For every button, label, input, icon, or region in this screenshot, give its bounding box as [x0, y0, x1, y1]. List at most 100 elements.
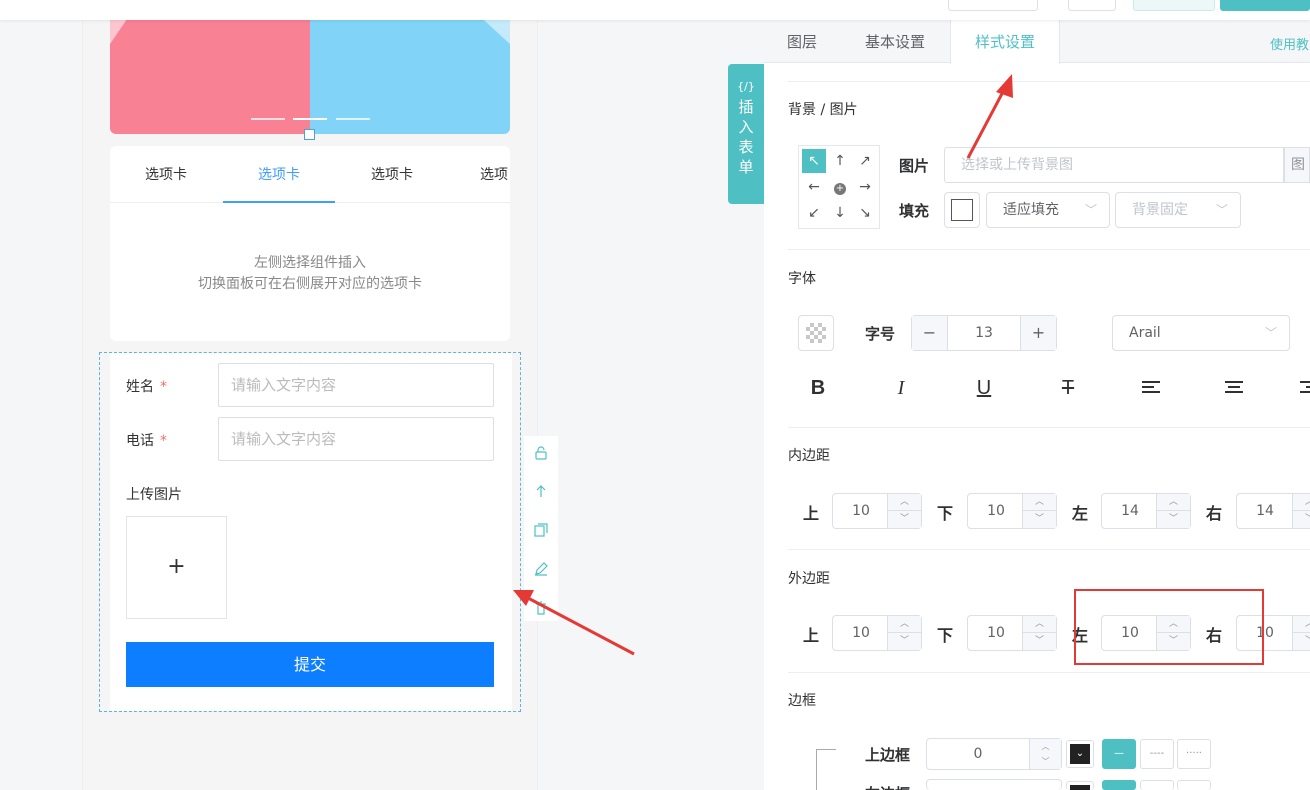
value[interactable]: 10 [833, 616, 889, 650]
decrement-icon[interactable]: ﹀ [1023, 511, 1056, 528]
value[interactable]: 10 [968, 616, 1024, 650]
tab-item[interactable]: 选项 [448, 146, 510, 203]
arrow-down-icon[interactable]: ↓ [828, 201, 852, 225]
transparent-swatch [806, 323, 826, 343]
value[interactable]: 10 [968, 494, 1024, 528]
font-color-picker[interactable] [798, 315, 834, 351]
increment-icon[interactable]: ︿ [888, 494, 921, 511]
tab-basic-settings[interactable]: 基本设置 [840, 20, 950, 63]
image-upload-box[interactable]: + [126, 516, 227, 619]
increment-icon[interactable]: ︿ [1030, 739, 1061, 754]
border-dotted-button[interactable]: ····· [1177, 739, 1211, 769]
carousel-indicator[interactable] [251, 118, 285, 120]
toolbar-select[interactable] [948, 0, 1038, 11]
decrement-icon[interactable]: ﹀ [1157, 511, 1190, 528]
arrow-up-left-icon[interactable]: ↖ [802, 149, 826, 173]
arrow-up-right-icon[interactable]: ↗ [853, 149, 877, 173]
delete-icon[interactable] [533, 601, 549, 617]
font-family-select[interactable]: Arail ﹀ [1112, 315, 1290, 351]
tab-item[interactable]: 选项卡 [336, 146, 448, 203]
phone-input[interactable]: 请输入文字内容 [218, 417, 494, 461]
arrow-down-right-icon[interactable]: ↘ [853, 201, 877, 225]
align-right-icon[interactable] [1300, 374, 1310, 402]
value[interactable]: 14 [1237, 494, 1293, 528]
edit-icon[interactable] [533, 562, 549, 578]
carousel-indicator[interactable] [336, 118, 370, 120]
carousel-indicator-active[interactable] [293, 118, 327, 120]
name-input[interactable]: 请输入文字内容 [218, 363, 494, 407]
increment-icon[interactable]: ︿ [1293, 494, 1310, 511]
image-picker-button[interactable]: 图 [1284, 147, 1310, 183]
divider [788, 672, 1310, 673]
top-border-width-input[interactable]: 0 ︿ ﹀ [926, 738, 1062, 770]
increment-icon[interactable]: ︿ [888, 616, 921, 633]
tabs-component[interactable]: 选项卡 选项卡 选项卡 选项 左侧选择组件插入 切换面板可在右侧展开对应的选项卡 [110, 146, 510, 341]
decrement-icon[interactable]: ﹀ [888, 633, 921, 650]
fill-color-picker[interactable] [944, 192, 980, 228]
decrement-icon[interactable]: ﹀ [1030, 754, 1061, 769]
decrement-icon[interactable]: ﹀ [1293, 511, 1310, 528]
banner-carousel[interactable] [110, 0, 510, 134]
help-link[interactable]: 使用教 [1270, 34, 1309, 53]
copy-icon[interactable] [533, 523, 549, 539]
center-icon[interactable]: + [828, 175, 852, 199]
align-center-icon[interactable] [1220, 374, 1248, 402]
fill-mode-select[interactable]: 适应填充 ﹀ [986, 192, 1110, 228]
decrement-icon[interactable]: ﹀ [1293, 633, 1310, 650]
bold-icon[interactable]: B [804, 374, 832, 402]
increment-icon[interactable]: ︿ [1157, 494, 1190, 511]
decrement-icon[interactable]: ﹀ [1023, 633, 1056, 650]
border-solid-button[interactable]: — [1102, 739, 1136, 769]
value[interactable]: 10 [833, 494, 889, 528]
arrow-up-icon[interactable] [533, 484, 549, 500]
font-size-stepper[interactable]: − 13 + [911, 315, 1057, 351]
margin-bottom-input[interactable]: 10 ︿ ﹀ [967, 615, 1057, 651]
background-position-grid[interactable]: ↖ ↑ ↗ ← + → ↙ ↓ ↘ [798, 145, 880, 229]
value[interactable]: 14 [1102, 494, 1158, 528]
code-icon: {/} [737, 80, 755, 93]
padding-bottom-input[interactable]: 10 ︿ ﹀ [967, 493, 1057, 529]
background-fixed-select[interactable]: 背景固定 ﹀ [1115, 192, 1241, 228]
arrow-right-icon[interactable]: → [853, 175, 877, 199]
border-color-picker[interactable]: ⌄ [1066, 740, 1094, 768]
background-image-input[interactable]: 选择或上传背景图 [944, 147, 1284, 183]
tab-item[interactable]: 选项卡 [110, 146, 222, 203]
tab-item-active[interactable]: 选项卡 [223, 146, 335, 203]
font-size-value[interactable]: 13 [948, 316, 1020, 350]
next-border-solid-button[interactable] [1102, 780, 1136, 790]
padding-right-input[interactable]: 14︿﹀ [1236, 493, 1310, 529]
strikethrough-icon[interactable]: T [1054, 374, 1082, 402]
toolbar-button[interactable] [1068, 0, 1116, 11]
insert-form-tab[interactable]: {/} 插入表单 [728, 64, 764, 204]
increment-icon[interactable]: ︿ [1293, 616, 1310, 633]
value[interactable]: 0 [927, 739, 1029, 769]
margin-top-input[interactable]: 10 ︿ ﹀ [832, 615, 922, 651]
tab-style-settings[interactable]: 样式设置 [950, 20, 1060, 64]
next-border-dotted-button[interactable] [1177, 780, 1211, 790]
align-left-icon[interactable] [1137, 374, 1165, 402]
increment-icon[interactable]: ︿ [1023, 616, 1056, 633]
increment-icon[interactable]: ︿ [1023, 494, 1056, 511]
next-border-width-input[interactable] [926, 779, 1062, 790]
decrease-button[interactable]: − [912, 316, 948, 350]
required-mark: * [160, 379, 167, 395]
tab-layers[interactable]: 图层 [764, 20, 840, 63]
arrow-up-icon[interactable]: ↑ [828, 149, 852, 173]
save-button[interactable] [1220, 0, 1310, 11]
padding-left-input[interactable]: 14 ︿ ﹀ [1101, 493, 1191, 529]
resize-handle[interactable] [304, 129, 315, 140]
border-dashed-button[interactable]: ---- [1140, 739, 1174, 769]
increase-button[interactable]: + [1020, 316, 1056, 350]
preview-button[interactable] [1133, 0, 1215, 11]
banner-slide-pink [110, 0, 310, 134]
arrow-left-icon[interactable]: ← [802, 175, 826, 199]
next-border-color-picker[interactable] [1066, 781, 1094, 790]
unlock-icon[interactable] [533, 446, 549, 462]
submit-button[interactable]: 提交 [126, 642, 494, 687]
arrow-down-left-icon[interactable]: ↙ [802, 201, 826, 225]
padding-top-input[interactable]: 10 ︿ ﹀ [832, 493, 922, 529]
underline-icon[interactable]: U [970, 374, 998, 402]
decrement-icon[interactable]: ﹀ [888, 511, 921, 528]
next-border-dashed-button[interactable] [1140, 780, 1174, 790]
italic-icon[interactable]: I [887, 374, 915, 402]
